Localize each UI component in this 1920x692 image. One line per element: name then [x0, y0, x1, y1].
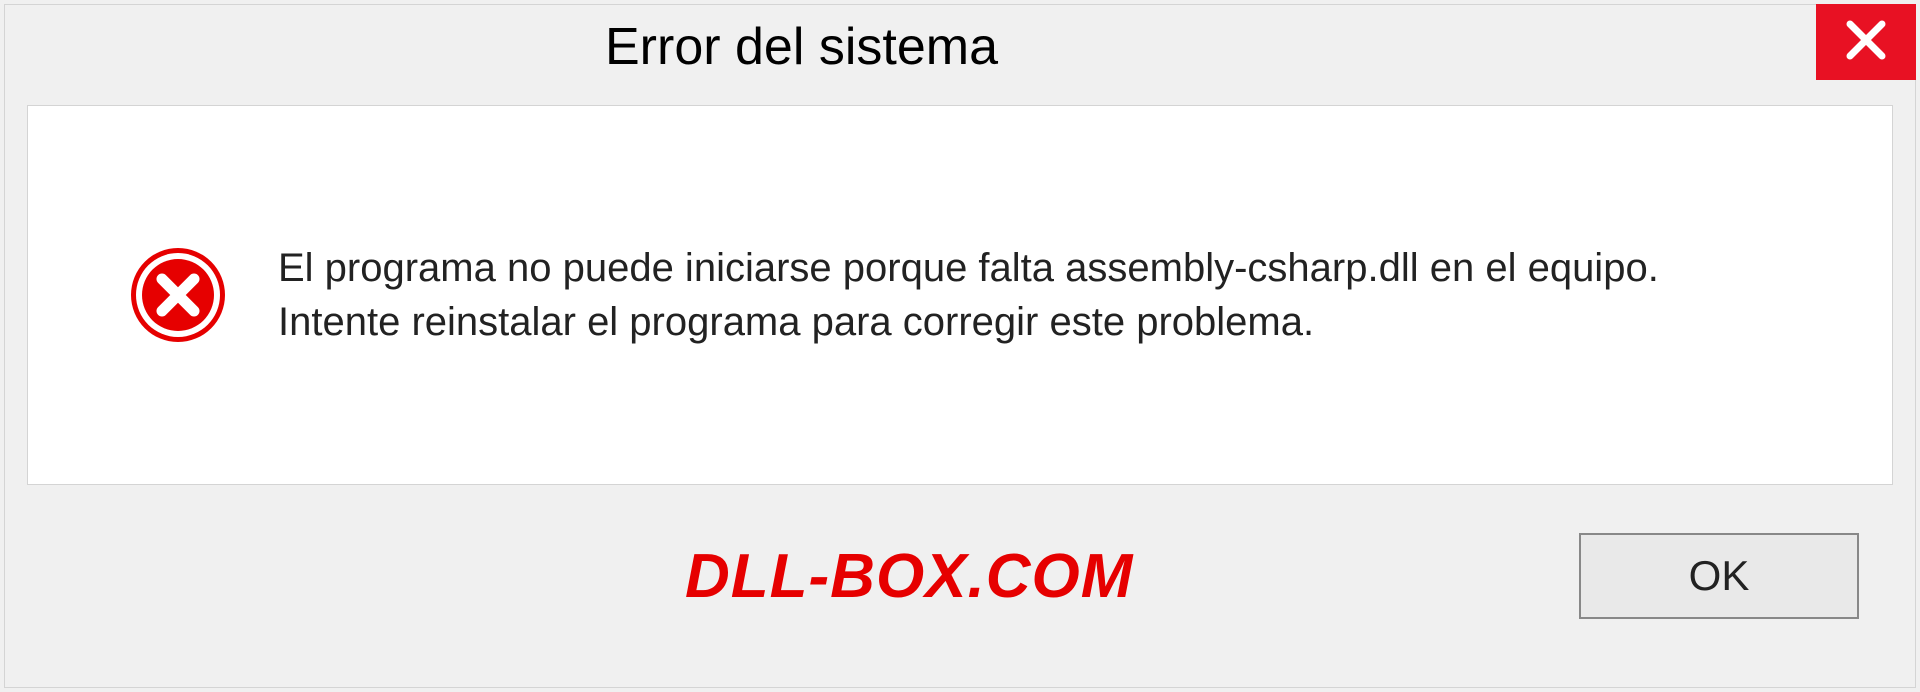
watermark-text: DLL-BOX.COM: [45, 541, 1133, 612]
titlebar: Error del sistema: [5, 5, 1915, 95]
error-dialog: Error del sistema El programa no puede i…: [4, 4, 1916, 688]
error-icon: [128, 245, 228, 345]
close-button[interactable]: [1816, 4, 1916, 80]
ok-button-label: OK: [1689, 552, 1750, 600]
error-message: El programa no puede iniciarse porque fa…: [278, 241, 1852, 349]
dialog-title: Error del sistema: [5, 5, 998, 77]
ok-button[interactable]: OK: [1579, 533, 1859, 619]
footer-area: DLL-BOX.COM OK: [5, 485, 1915, 619]
close-icon: [1842, 16, 1890, 69]
content-area: El programa no puede iniciarse porque fa…: [27, 105, 1893, 485]
